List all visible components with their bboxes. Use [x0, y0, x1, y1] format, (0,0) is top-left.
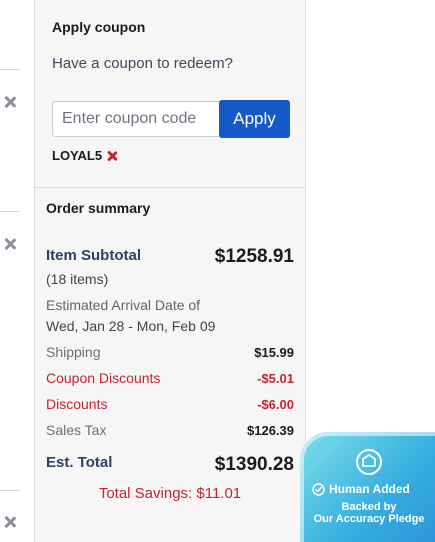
apply-coupon-section: Apply coupon Have a coupon to redeem? Ap… — [35, 0, 305, 188]
sales-tax-row: Sales Tax $126.39 — [46, 421, 294, 439]
badge-line-1: Backed by — [341, 501, 397, 513]
shield-icon — [356, 449, 382, 475]
badge-title: Human Added — [329, 482, 410, 496]
badge-line-2: Our Accuracy Pledge — [313, 513, 425, 525]
coupon-discount-row: Coupon Discounts -$5.01 — [46, 369, 294, 387]
coupon-prompt: Have a coupon to redeem? — [52, 55, 233, 72]
coupon-title: Apply coupon — [52, 19, 146, 35]
order-summary-title: Order summary — [46, 200, 151, 216]
cart-page: Apply coupon Have a coupon to redeem? Ap… — [0, 0, 435, 542]
item-count: (18 items) — [46, 271, 109, 287]
sales-tax-label: Sales Tax — [46, 422, 107, 438]
shipping-label: Shipping — [46, 344, 101, 360]
item-subtotal-label: Item Subtotal — [46, 247, 142, 264]
badge-title-row: Human Added — [312, 482, 435, 496]
divider — [0, 490, 20, 491]
checkout-sidebar: Apply coupon Have a coupon to redeem? Ap… — [34, 0, 306, 542]
coupon-discount-label: Coupon Discounts — [46, 370, 161, 386]
divider — [0, 69, 20, 70]
divider — [0, 211, 20, 212]
remove-item-close-icon[interactable] — [3, 95, 17, 109]
applied-coupon: LOYAL5 — [52, 148, 118, 163]
coupon-discount-value: -$5.01 — [257, 370, 294, 386]
check-circle-icon — [312, 482, 325, 496]
item-subtotal-value: $1258.91 — [214, 246, 294, 267]
discount-label: Discounts — [46, 396, 108, 412]
coupon-code-input[interactable] — [52, 101, 220, 137]
discount-row: Discounts -$6.00 — [46, 395, 294, 413]
cart-items-edge — [0, 0, 34, 542]
sales-tax-value: $126.39 — [247, 422, 294, 438]
remove-item-close-icon[interactable] — [3, 237, 17, 251]
discount-value: -$6.00 — [257, 396, 294, 412]
apply-coupon-button[interactable]: Apply — [219, 100, 290, 138]
total-savings: Total Savings: $11.01 — [98, 485, 242, 502]
est-total-label: Est. Total — [46, 454, 113, 471]
badge-subtitle: Backed by Our Accuracy Pledge — [300, 501, 435, 525]
arrival-date-value: Wed, Jan 28 - Mon, Feb 09 — [46, 318, 216, 334]
accuracy-pledge-badge[interactable]: Human Added Backed by Our Accuracy Pledg… — [300, 432, 435, 542]
shipping-row: Shipping $15.99 — [46, 343, 294, 361]
remove-coupon-close-icon[interactable] — [106, 150, 118, 162]
shipping-value: $15.99 — [254, 344, 294, 360]
arrival-date-label: Estimated Arrival Date of — [46, 297, 201, 313]
est-total-value: $1390.28 — [214, 454, 294, 475]
remove-item-close-icon[interactable] — [3, 515, 17, 529]
applied-coupon-code: LOYAL5 — [52, 148, 103, 163]
